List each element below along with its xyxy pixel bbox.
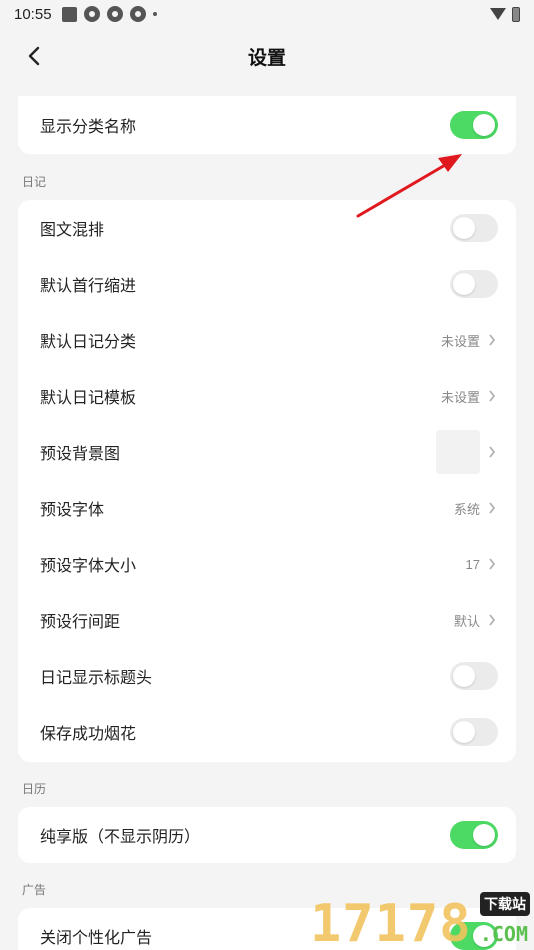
- status-time: 10:55: [14, 5, 52, 23]
- section-title-diary: 日记: [22, 175, 47, 189]
- settings-row-default-template[interactable]: 默认日记模板 未设置: [18, 368, 516, 424]
- row-label: 图文混排: [40, 222, 105, 239]
- settings-row-background-image[interactable]: 预设背景图: [18, 424, 516, 480]
- show-category-name-toggle[interactable]: [450, 111, 498, 139]
- row-label: 预设行间距: [40, 614, 121, 631]
- mixed-layout-toggle[interactable]: [450, 214, 498, 242]
- settings-row-first-line-indent[interactable]: 默认首行缩进: [18, 256, 516, 312]
- site-watermark: 17178 下载站 .COM: [310, 888, 534, 950]
- row-value: 17: [465, 556, 480, 572]
- more-notifications-icon: [152, 12, 157, 16]
- diary-card: 图文混排 默认首行缩进 默认日记分类 未设置 默认日记模板 未设置 预设背景图 …: [18, 200, 516, 762]
- chevron-right-icon: [488, 446, 498, 458]
- background-image-thumbnail: [436, 430, 480, 474]
- row-label: 预设字体: [40, 502, 105, 519]
- back-button[interactable]: [20, 42, 48, 70]
- settings-row-show-title-header[interactable]: 日记显示标题头: [18, 648, 516, 704]
- battery-icon: [512, 6, 520, 22]
- row-value: 默认: [453, 613, 480, 629]
- pure-version-toggle[interactable]: [450, 821, 498, 849]
- row-label: 默认日记分类: [40, 334, 137, 351]
- first-line-indent-toggle[interactable]: [450, 270, 498, 298]
- row-label: 日记显示标题头: [40, 670, 153, 687]
- show-title-header-toggle[interactable]: [450, 662, 498, 690]
- display-card: 显示分类名称: [18, 96, 516, 154]
- row-label: 保存成功烟花: [40, 726, 137, 743]
- pinwheel-icon: [129, 6, 146, 22]
- chevron-right-icon: [488, 334, 498, 346]
- pinwheel-icon: [83, 6, 100, 22]
- watermark-site: 下载站: [480, 892, 530, 916]
- settings-row-pure-version[interactable]: 纯享版（不显示阴历）: [18, 807, 516, 863]
- pinwheel-icon: [106, 6, 123, 22]
- wifi-icon: [490, 8, 506, 20]
- watermark-number: 17178: [310, 894, 472, 950]
- settings-row-font[interactable]: 预设字体 系统: [18, 480, 516, 536]
- status-bar: 10:55: [0, 0, 534, 28]
- settings-row-save-fireworks[interactable]: 保存成功烟花: [18, 704, 516, 760]
- settings-row-line-spacing[interactable]: 预设行间距 默认: [18, 592, 516, 648]
- system-icons: [490, 6, 520, 22]
- settings-row-show-category-name[interactable]: 显示分类名称: [18, 96, 516, 154]
- row-label: 预设字体大小: [40, 558, 137, 575]
- section-title-calendar: 日历: [22, 782, 47, 796]
- save-fireworks-toggle[interactable]: [450, 718, 498, 746]
- chevron-right-icon: [488, 390, 498, 402]
- chevron-right-icon: [488, 614, 498, 626]
- settings-row-mixed-layout[interactable]: 图文混排: [18, 200, 516, 256]
- row-label: 预设背景图: [40, 446, 121, 463]
- row-label: 显示分类名称: [40, 119, 137, 136]
- page-title: 设置: [247, 47, 286, 69]
- app-header: 设置: [0, 28, 534, 84]
- watermark-domain: .COM: [479, 922, 528, 946]
- row-value: 未设置: [440, 389, 480, 405]
- settings-row-font-size[interactable]: 预设字体大小 17: [18, 536, 516, 592]
- notification-icons: [61, 6, 157, 22]
- chevron-left-icon: [28, 46, 40, 66]
- chevron-right-icon: [488, 502, 498, 514]
- section-title-ads: 广告: [22, 883, 47, 897]
- row-label: 默认首行缩进: [40, 278, 137, 295]
- row-label: 默认日记模板: [40, 390, 137, 407]
- calendar-card: 纯享版（不显示阴历）: [18, 807, 516, 863]
- settings-row-default-category[interactable]: 默认日记分类 未设置: [18, 312, 516, 368]
- chevron-right-icon: [488, 558, 498, 570]
- row-value: 未设置: [440, 333, 480, 349]
- row-value: 系统: [453, 501, 480, 517]
- row-label: 纯享版（不显示阴历）: [40, 829, 201, 846]
- app-notification-icon: [61, 6, 77, 22]
